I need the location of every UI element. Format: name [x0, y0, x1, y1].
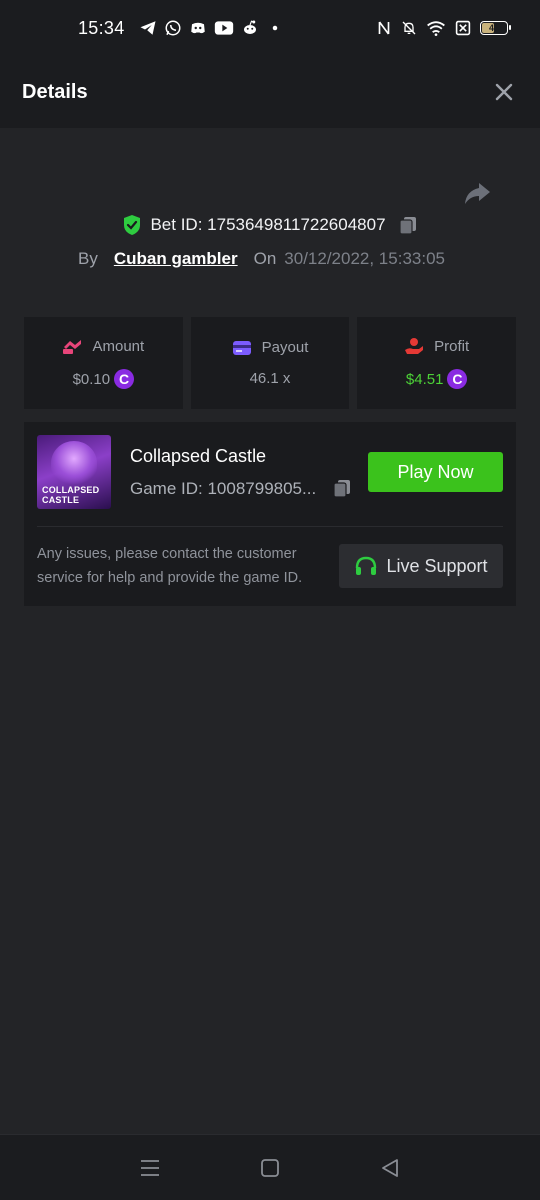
- profit-hand-icon: [405, 338, 424, 354]
- menu-icon: [141, 1159, 159, 1176]
- close-button[interactable]: [490, 78, 518, 106]
- game-thumbnail[interactable]: COLLAPSED CASTLE: [37, 435, 111, 509]
- system-nav-bar: [0, 1134, 540, 1200]
- money-hand-icon: [63, 340, 82, 354]
- dot-icon: [272, 25, 277, 31]
- amount-value: $0.10: [72, 370, 111, 388]
- thumbnail-title-line2: CASTLE: [42, 495, 80, 505]
- page-title: Details: [22, 80, 88, 103]
- payout-label: Payout: [261, 339, 309, 356]
- square-icon: [261, 1158, 279, 1177]
- profit-label: Profit: [434, 337, 470, 355]
- battery-icon: 46: [480, 21, 511, 35]
- youtube-icon: [214, 21, 233, 35]
- no-sim-icon: [455, 20, 471, 36]
- shield-check-icon: [124, 215, 141, 235]
- bet-author-row: By Cuban gambler On 30/12/2022, 15:33:05: [78, 249, 445, 269]
- whatsapp-icon: [165, 20, 181, 36]
- profit-value: $4.51: [405, 370, 444, 388]
- nfc-icon: [378, 21, 390, 35]
- bet-datetime: 30/12/2022, 15:33:05: [284, 249, 445, 268]
- bet-id: Bet ID: 1753649811722604807: [150, 215, 386, 234]
- telegram-icon: [140, 21, 156, 35]
- payout-stat: Payout 46.1 x: [190, 317, 350, 409]
- share-button[interactable]: [462, 178, 492, 208]
- game-id: Game ID: 1008799805...: [130, 479, 317, 498]
- game-card: COLLAPSED CASTLE Collapsed Castle Game I…: [24, 422, 516, 606]
- thumbnail-art: [51, 441, 97, 485]
- wifi-icon: [427, 21, 445, 36]
- details-header: Details: [0, 56, 540, 128]
- card-icon: [232, 340, 251, 355]
- on-label: On: [253, 249, 277, 268]
- home-button[interactable]: [250, 1148, 290, 1188]
- notification-icons: [139, 19, 284, 37]
- profit-stat: Profit $4.51 C: [357, 317, 517, 409]
- copy-bet-id-icon[interactable]: [398, 215, 418, 235]
- discord-icon: [190, 22, 205, 34]
- back-button[interactable]: [370, 1148, 410, 1188]
- close-icon: [495, 83, 513, 101]
- thumbnail-title-line1: COLLAPSED: [42, 485, 100, 495]
- play-now-button[interactable]: Play Now: [368, 452, 503, 492]
- user-link[interactable]: Cuban gambler: [114, 249, 238, 269]
- reddit-icon: [243, 20, 256, 34]
- live-support-label: Live Support: [386, 555, 488, 576]
- status-bar: 15:34 46: [0, 0, 540, 56]
- recents-button[interactable]: [130, 1148, 170, 1188]
- bet-stats: Amount $0.10 C Payout 46.1 x Profit $4.5…: [24, 317, 517, 409]
- by-label: By: [78, 249, 98, 268]
- amount-label: Amount: [92, 337, 145, 355]
- support-hint: Any issues, please contact the customer …: [37, 546, 303, 586]
- status-time: 15:34: [78, 17, 125, 38]
- share-icon: [465, 183, 490, 204]
- bell-off-icon: [402, 21, 416, 35]
- game-name: Collapsed Castle: [130, 446, 267, 466]
- divider: [37, 526, 503, 527]
- live-support-button[interactable]: Live Support: [339, 544, 503, 588]
- amount-stat: Amount $0.10 C: [24, 317, 183, 409]
- battery-level: 46: [488, 23, 499, 33]
- bet-id-row: Bet ID: 1753649811722604807: [0, 214, 540, 236]
- copy-game-id-icon[interactable]: [332, 478, 352, 498]
- payout-value: 46.1 x: [249, 370, 291, 387]
- back-triangle-icon: [382, 1158, 398, 1177]
- coin-icon: C: [447, 369, 468, 389]
- coin-icon: C: [114, 369, 135, 389]
- headset-icon: [356, 556, 377, 575]
- system-icons: 46: [376, 19, 511, 37]
